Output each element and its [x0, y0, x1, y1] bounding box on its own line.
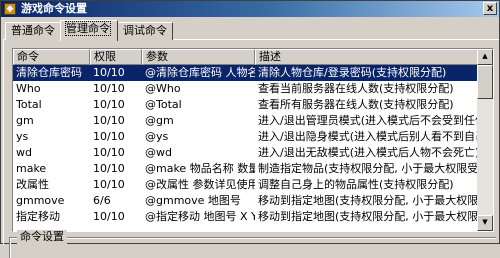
cell-parameter: @Total — [145, 98, 182, 111]
column-header-description[interactable]: 描述 — [255, 49, 478, 65]
table-row[interactable]: Total 10/10 @Total 查看所有服务器在线人数(支持权限分配) — [13, 97, 478, 113]
cell-permission: 10/10 — [93, 66, 125, 79]
cell-description: 进入/退出隐身模式(进入模式后别人看不到自己 — [258, 130, 478, 143]
command-list[interactable]: 命令 权限 参数 描述 清除仓库密码 10/10 @清除仓库密码 人物名称清除人物仓… — [12, 48, 494, 232]
cell-command: 指定移动 — [16, 210, 60, 223]
column-header-permission[interactable]: 权限 — [90, 49, 142, 65]
cell-permission: 10/10 — [93, 130, 125, 143]
table-row[interactable]: 清除仓库密码 10/10 @清除仓库密码 人物名称清除人物仓库/登录密码(支持权限分… — [13, 65, 478, 81]
cell-permission: 6/6 — [93, 194, 111, 207]
cell-command: 清除仓库密码 — [16, 66, 82, 79]
table-row[interactable]: 改属性 10/10 @改属性 参数详见使用说明调整自己身上的物品属性(支持权限分配) — [13, 177, 478, 193]
cell-description: 查看所有服务器在线人数(支持权限分配) — [258, 98, 454, 111]
cell-description: 移动到指定地图(支持权限分配, 小于最大权限 — [258, 210, 478, 223]
table-row[interactable]: make 10/10 @make 物品名称 数量 制造指定物品(支持权限分配, 小于最… — [13, 161, 478, 177]
app-icon: ◆ — [4, 3, 16, 15]
window-title: 游戏命令设置 — [21, 2, 87, 15]
cell-permission: 10/10 — [93, 114, 125, 127]
cell-command: gmmove — [16, 194, 65, 207]
cell-permission: 10/10 — [93, 82, 125, 95]
table-row[interactable]: gm 10/10 @gm 进入/退出管理员模式(进入模式后不会受到任何 — [13, 113, 478, 129]
tab-admin-commands[interactable]: 管理命令 — [60, 20, 118, 41]
cell-command: Total — [16, 98, 42, 111]
vertical-scrollbar[interactable]: ▲ ▼ — [477, 49, 493, 231]
tab-label: 管理命令 — [65, 21, 111, 36]
cell-permission: 10/10 — [93, 98, 125, 111]
cell-command: ys — [16, 130, 29, 143]
cell-parameter: @gm — [145, 114, 174, 127]
cell-parameter: @清除仓库密码 人物名称 — [145, 66, 255, 79]
column-header-parameter[interactable]: 参数 — [142, 49, 255, 65]
cell-command: make — [16, 162, 47, 175]
list-header: 命令 权限 参数 描述 — [13, 49, 478, 65]
cell-description: 进入/退出管理员模式(进入模式后不会受到任何 — [258, 114, 478, 127]
tab-label: 调试命令 — [123, 24, 167, 37]
tab-debug-commands[interactable]: 调试命令 — [117, 22, 173, 40]
table-row[interactable]: wd 10/10 @wd 进入/退出无敌模式(进入模式后人物不会死亡) — [13, 145, 478, 161]
cell-parameter: @指定移动 地图号 X Y — [145, 210, 255, 223]
cell-parameter: @wd — [145, 146, 172, 159]
tab-normal-commands[interactable]: 普通命令 — [5, 22, 61, 40]
cell-command: wd — [16, 146, 32, 159]
scroll-thumb[interactable] — [477, 65, 493, 99]
cell-description: 制造指定物品(支持权限分配, 小于最大权限受 — [258, 162, 478, 175]
cell-parameter: @gmmove 地图号 — [145, 194, 241, 207]
scroll-down-button[interactable]: ▼ — [477, 215, 493, 231]
cell-command: Who — [16, 82, 41, 95]
table-row[interactable]: Who 10/10 @Who 查看当前服务器在线人数(支持权限分配) — [13, 81, 478, 97]
scroll-up-button[interactable]: ▲ — [477, 49, 493, 65]
command-settings-group — [9, 237, 496, 258]
command-settings-label: 命令设置 — [17, 230, 67, 244]
cell-permission: 10/10 — [93, 146, 125, 159]
cell-parameter: @改属性 参数详见使用说明 — [145, 178, 255, 191]
cell-description: 移动到指定地图(支持权限分配, 小于最大权限 — [258, 194, 478, 207]
cell-description: 查看当前服务器在线人数(支持权限分配) — [258, 82, 454, 95]
tab-label: 普通命令 — [11, 24, 55, 37]
cell-description: 进入/退出无敌模式(进入模式后人物不会死亡) — [258, 146, 478, 159]
table-row[interactable]: gmmove 6/6 @gmmove 地图号 移动到指定地图(支持权限分配, 小于最大… — [13, 193, 478, 209]
table-row[interactable]: ys 10/10 @ys 进入/退出隐身模式(进入模式后别人看不到自己 — [13, 129, 478, 145]
cell-permission: 10/10 — [93, 178, 125, 191]
cell-permission: 10/10 — [93, 210, 125, 223]
table-row[interactable]: 指定移动 10/10 @指定移动 地图号 X Y 移动到指定地图(支持权限分配, 小于… — [13, 209, 478, 225]
cell-parameter: @ys — [145, 130, 169, 143]
cell-command: gm — [16, 114, 34, 127]
cell-command: 改属性 — [16, 178, 49, 191]
close-button[interactable]: x — [483, 2, 497, 15]
game-command-settings-window: ◆ 游戏命令设置 x 普通命令 管理命令 调试命令 命令 权限 参数 描述 清除… — [0, 0, 500, 258]
cell-parameter: @Who — [145, 82, 181, 95]
cell-permission: 10/10 — [93, 162, 125, 175]
cell-parameter: @make 物品名称 数量 — [145, 162, 255, 175]
cell-description: 调整自己身上的物品属性(支持权限分配) — [258, 178, 454, 191]
cell-description: 清除人物仓库/登录密码(支持权限分配) — [258, 66, 447, 79]
title-bar[interactable]: ◆ 游戏命令设置 x — [1, 1, 499, 17]
column-header-command[interactable]: 命令 — [13, 49, 90, 65]
